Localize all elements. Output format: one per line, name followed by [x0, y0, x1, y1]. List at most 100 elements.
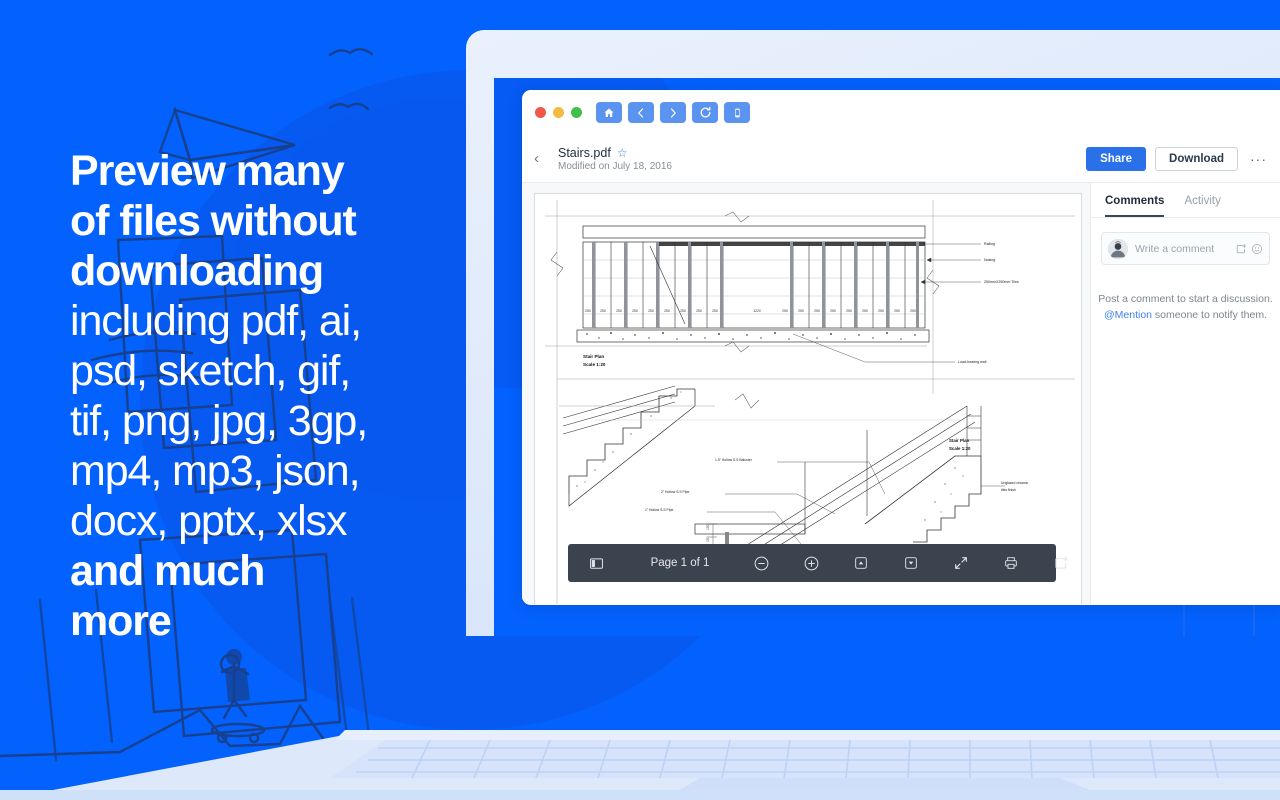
formats-line: including pdf, ai, [70, 297, 362, 345]
comment-input-box[interactable]: Write a comment [1101, 232, 1270, 265]
formats-line: docx, pptx, xlsx [70, 497, 347, 545]
print-button[interactable] [986, 555, 1036, 571]
header-actions: Share Download ··· [1086, 146, 1270, 171]
file-name: Stairs.pdf [558, 145, 611, 160]
headline-line: and much [70, 547, 265, 595]
pdf-page: 250 250 250 250 250 250 250 250 250 1220 250… [534, 193, 1082, 604]
mention-link[interactable]: @Mention [1104, 309, 1152, 321]
svg-text:250: 250 [782, 309, 788, 313]
svg-text:250: 250 [616, 309, 622, 313]
file-header: ‹ Stairs.pdf ☆ Modified on July 18, 2016… [522, 135, 1280, 183]
promo-screenshot: Preview many of files without downloadin… [0, 0, 1280, 800]
more-options-button[interactable]: ··· [1247, 151, 1270, 167]
headline-line: of files without [70, 197, 357, 245]
svg-text:Scale 1:20: Scale 1:20 [583, 362, 606, 367]
svg-text:Unglazed ceramic: Unglazed ceramic [1001, 481, 1028, 485]
svg-text:250: 250 [648, 309, 654, 313]
svg-text:250mmX250mm Tiles: 250mmX250mm Tiles [984, 280, 1019, 284]
reload-button[interactable] [692, 102, 718, 123]
zoom-out-button[interactable] [736, 555, 786, 572]
svg-text:250: 250 [830, 309, 836, 313]
svg-text:1220: 1220 [753, 309, 761, 313]
file-info: Stairs.pdf ☆ Modified on July 18, 2016 [558, 146, 672, 172]
comments-panel: Comments Activity Write a comment Post a… [1090, 183, 1280, 604]
svg-text:250: 250 [846, 309, 852, 313]
svg-text:1.5" Hollow S.S Baluster: 1.5" Hollow S.S Baluster [715, 458, 753, 462]
share-button[interactable]: Share [1086, 146, 1147, 171]
annotate-icon[interactable] [1235, 243, 1247, 255]
svg-text:250: 250 [696, 309, 702, 313]
svg-text:Stair Plan: Stair Plan [949, 438, 970, 443]
headline-line: Preview many [70, 147, 345, 195]
maximize-window-button[interactable] [571, 107, 582, 118]
close-window-button[interactable] [535, 107, 546, 118]
chevron-left-icon [638, 107, 644, 118]
back-to-folder-button[interactable]: ‹ [534, 151, 550, 166]
svg-text:250: 250 [664, 309, 670, 313]
next-page-button[interactable] [886, 555, 936, 571]
svg-text:2" Hollow S.S Pipe: 2" Hollow S.S Pipe [661, 490, 689, 494]
stair-drawing: 250 250 250 250 250 250 250 250 250 1220 250… [535, 194, 1081, 604]
star-icon[interactable]: ☆ [617, 147, 628, 159]
comment-input-icons [1235, 243, 1263, 255]
svg-text:1" Hollow S.S Pipe: 1" Hollow S.S Pipe [645, 508, 673, 512]
expand-arrows-icon [955, 557, 967, 569]
browser-window: ‹ Stairs.pdf ☆ Modified on July 18, 2016… [522, 90, 1280, 605]
svg-text:250: 250 [894, 309, 900, 313]
svg-text:Railing: Railing [984, 242, 995, 246]
minimize-window-button[interactable] [553, 107, 564, 118]
svg-text:250: 250 [712, 309, 718, 313]
svg-text:250: 250 [862, 309, 868, 313]
pdf-viewer[interactable]: 250 250 250 250 250 250 250 250 250 1220 250… [522, 183, 1090, 604]
avatar [1108, 238, 1128, 259]
hint-line-1: Post a comment to start a discussion. [1098, 293, 1273, 305]
chevron-right-icon [670, 107, 676, 118]
emoji-icon[interactable] [1251, 243, 1263, 255]
comment-input-placeholder[interactable]: Write a comment [1135, 243, 1228, 255]
formats-line: psd, sketch, gif, [70, 347, 351, 395]
add-annotation-button[interactable] [1036, 555, 1086, 571]
responsive-mode-button[interactable] [724, 102, 750, 123]
previous-page-button[interactable] [836, 555, 886, 571]
svg-text:250: 250 [910, 309, 916, 313]
mobile-device-icon [734, 108, 740, 117]
svg-text:Scale 1:20: Scale 1:20 [949, 446, 971, 451]
plus-circle-icon [804, 556, 818, 570]
formats-line: tif, png, jpg, 3gp, [70, 397, 368, 445]
filename-row: Stairs.pdf ☆ [558, 146, 672, 160]
home-button[interactable] [596, 102, 622, 123]
minus-circle-icon [754, 556, 768, 570]
printer-icon [1005, 557, 1017, 569]
annotate-icon [1055, 556, 1068, 569]
svg-text:150: 150 [706, 536, 710, 542]
window-controls[interactable] [535, 107, 582, 118]
comments-tabs: Comments Activity [1091, 183, 1280, 218]
formats-line: mp4, mp3, json, [70, 447, 361, 495]
file-body: 250 250 250 250 250 250 250 250 250 1220 250… [522, 183, 1280, 604]
svg-text:250: 250 [798, 309, 804, 313]
headline-line: more [70, 597, 172, 645]
fullscreen-button[interactable] [936, 555, 986, 571]
refresh-icon [700, 106, 710, 118]
user-avatar-icon [1108, 238, 1128, 259]
marketing-copy: Preview many of files without downloadin… [70, 146, 480, 646]
tab-comments[interactable]: Comments [1105, 195, 1165, 217]
svg-text:250: 250 [632, 309, 638, 313]
svg-text:250: 250 [680, 309, 686, 313]
pdf-toolbar: Page 1 of 1 [568, 544, 1068, 582]
hint-line-2: someone to notify them. [1152, 309, 1267, 321]
tab-activity[interactable]: Activity [1184, 195, 1220, 217]
svg-text:Load-bearing wall: Load-bearing wall [958, 360, 987, 364]
headline-line: downloading [70, 247, 324, 295]
back-button[interactable] [628, 102, 654, 123]
toggle-sidebar-button[interactable] [568, 556, 624, 571]
comments-empty-hint: Post a comment to start a discussion. @M… [1091, 291, 1280, 323]
file-modified-date: Modified on July 18, 2016 [558, 160, 672, 172]
zoom-in-button[interactable] [786, 555, 836, 572]
page-indicator: Page 1 of 1 [650, 557, 710, 569]
svg-text:Nosing: Nosing [984, 258, 995, 262]
download-button[interactable]: Download [1155, 146, 1238, 171]
svg-text:tiles finish: tiles finish [1001, 488, 1016, 492]
forward-button[interactable] [660, 102, 686, 123]
svg-text:250: 250 [585, 309, 591, 313]
